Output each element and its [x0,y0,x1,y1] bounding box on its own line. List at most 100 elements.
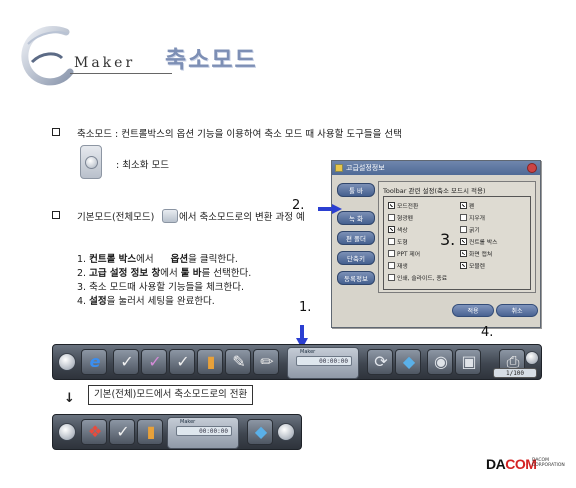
model-button-icon[interactable] [277,423,295,441]
logo-text-a: DA [486,456,506,472]
step-keyword: 옵션 [170,254,189,265]
step-keyword: 툴 바 [180,268,202,279]
step-keyword: 고급 설정 정보 창 [89,268,161,279]
pen-check-icon: ✓ [116,422,130,441]
camera-button[interactable]: ▣ [455,349,481,375]
color-button[interactable]: ▮ [137,419,163,445]
refresh-icon: ⟳ [374,352,388,371]
capture-button[interactable]: ◆ [247,419,273,445]
step-keyword: 컨트롤 박스 [89,254,137,265]
control-box-icon [162,209,178,223]
control-box[interactable]: Maker 00:00:00 [167,417,239,449]
side-tab-record[interactable]: 녹 화 [337,211,375,225]
shape-button[interactable]: ✎ [225,349,251,375]
shape-icon: ✎ [232,352,246,371]
checkbox-color[interactable]: 색상 [388,225,408,234]
capture-button[interactable]: ◉ [427,349,453,375]
page-counter: 1/100 [493,368,537,378]
callout-2: 2. [292,198,305,213]
logo-sub-line2: CORPORATION [532,463,565,468]
panel-heading: Toolbar 관련 설정(축소 모드시 적용) [383,187,486,195]
highlighter-button[interactable]: ✓ [141,349,167,375]
control-box-label: Maker [180,419,196,425]
color-check-icon: ✓ [176,352,190,371]
checkbox-shape[interactable]: 도형 [388,237,408,246]
toolbar-scroll-left-icon[interactable] [58,423,76,441]
apply-button[interactable]: 적용 [452,304,494,317]
checkbox-model[interactable]: 모블렌 [460,261,485,270]
e-maker-logo-icon [21,26,74,86]
checkbox-highlighter[interactable]: 형광펜 [388,213,413,222]
step-text: 을 클릭한다. [188,254,238,265]
app-icon [335,164,343,172]
step-number: 2. [77,268,87,279]
bullet-square [52,128,60,136]
eraser-button[interactable]: ▮ [197,349,223,375]
step-text: 에서 [136,254,154,265]
step-number: 4. [77,296,87,307]
pen-check-icon: ✓ [120,352,134,371]
step-3: 3. 축소 모드때 사용할 기능들을 체크한다. [77,279,244,293]
side-tab-shortcut[interactable]: 단축키 [337,251,375,265]
dialog-titlebar: 고급설정정보 [332,161,540,175]
cancel-button[interactable]: 취소 [496,304,538,317]
bullet-square [52,211,60,219]
close-icon[interactable] [527,163,537,173]
dialog-title: 고급설정정보 [346,164,385,172]
checkbox-ppt-control[interactable]: PPT 제어 [388,249,420,258]
slide-icon: ◆ [402,352,416,371]
checkbox-play[interactable]: 재생 [388,261,408,270]
capture-icon: ◉ [434,352,448,371]
control-box[interactable]: Maker 00:00:00 [287,347,359,379]
side-tab-toolbar[interactable]: 툴 바 [337,183,375,197]
color-button[interactable]: ✓ [169,349,195,375]
dacom-logo: DACOM [486,456,537,472]
checkbox-pen[interactable]: 펜 [460,201,474,210]
mode-switch-button[interactable]: ❖ [81,419,107,445]
checkbox-screen-capture[interactable]: 화면 캡쳐 [460,249,492,258]
step-text: 을 눌러서 세팅을 완료한다. [106,296,215,307]
checkbox-group: 모드전환 형광펜 색상 도형 PPT 제어 재생 인쇄, 슬라이드, 종료 펜 … [383,196,531,290]
step-text: 축소 모드때 사용할 기능들을 체크한다. [89,282,245,293]
control-box-display: 00:00:00 [176,426,232,436]
capture-icon: ◆ [254,422,268,441]
minimize-label: : 최소화 모드 [116,160,169,171]
control-box-label: Maker [300,349,316,355]
slide-button[interactable]: ◆ [395,349,421,375]
step-2: 2. 고급 설정 정보 창에서 툴 바를 선택한다. [77,265,251,279]
callout-3: 3. [440,230,456,249]
side-tab-registration[interactable]: 동록정보 [337,271,375,285]
down-arrow-icon: ↓ [64,391,75,406]
callout-4: 4. [481,325,494,340]
windows-flag-icon: ❖ [87,422,103,441]
checkbox-print-slide-exit[interactable]: 인쇄, 슬라이드, 종료 [388,273,447,282]
transition-caption: 기본(전체)모드에서 축소모드로의 전환 [88,385,254,405]
header-divider [70,73,172,74]
checkbox-mode-switch[interactable]: 모드전환 [388,201,418,210]
browser-icon: e [89,352,101,371]
callout-1: 1. [299,300,312,315]
step-keyword: 설정 [89,296,107,307]
thickness-button[interactable]: ✏ [253,349,279,375]
reduced-mode-toolbar: ❖ ✓ ▮ Maker 00:00:00 ◆ [52,414,302,450]
full-mode-toolbar: e ✓ ✓ ✓ ▮ ✎ ✏ Maker 00:00:00 ⟳ ◆ ◉ ▣ ⎙ 1… [52,344,542,380]
logo-subtext: DACOM CORPORATION [532,458,565,468]
toolbar-scroll-left-icon[interactable] [58,353,76,371]
toolbar-settings-panel: Toolbar 관련 설정(축소 모드시 적용) 모드전환 형광펜 색상 도형 … [378,181,536,293]
pen-button[interactable]: ✓ [113,349,139,375]
side-tab-folder[interactable]: 편 폴더 [337,231,375,245]
checkbox-control-box[interactable]: 컨트롤 박스 [460,237,498,246]
highlighter-icon: ✓ [148,352,162,371]
checkbox-eraser[interactable]: 지우개 [460,213,485,222]
refresh-button[interactable]: ⟳ [367,349,393,375]
eraser-icon: ▮ [206,352,216,371]
control-box-display: 00:00:00 [296,356,352,366]
section2-text-b: 에서 축소모드로의 변환 과정 예 [179,212,305,223]
minimize-mode-button[interactable] [80,145,102,179]
pen-button[interactable]: ✓ [109,419,135,445]
power-icon[interactable] [525,351,539,365]
checkbox-thickness[interactable]: 굵기 [460,225,480,234]
ie-browser-button[interactable]: e [81,349,107,375]
color-icon: ▮ [146,422,156,441]
section2-text-a: 기본모드(전체모드) [77,212,155,223]
